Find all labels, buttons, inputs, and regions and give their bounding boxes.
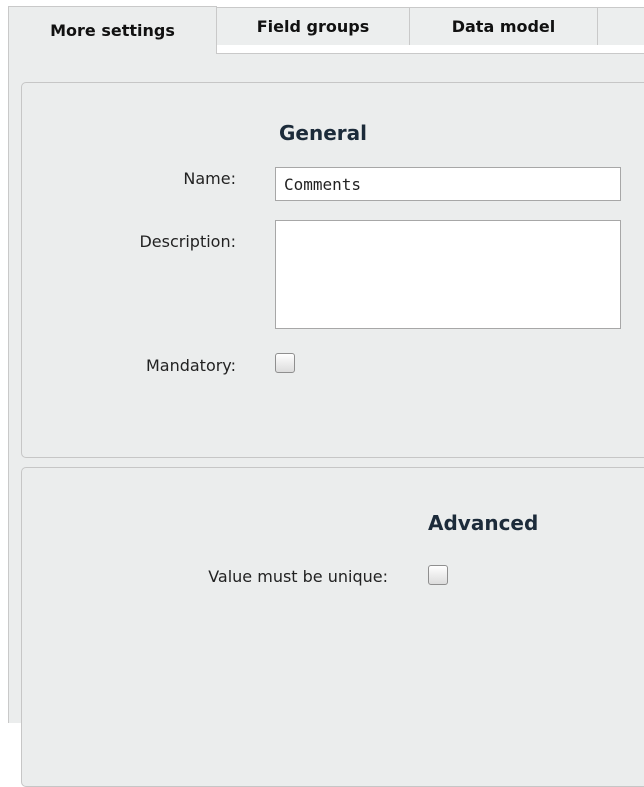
tab-field-groups-label: Field groups <box>256 17 370 36</box>
advanced-heading: Advanced <box>428 511 539 535</box>
general-section: General Name: Description: Mandatory: <box>21 82 644 458</box>
tab-bar-filler <box>597 7 644 45</box>
tab-more-settings[interactable]: More settings <box>8 6 217 54</box>
tab-bar: More settings Field groups Data model <box>0 0 644 54</box>
advanced-section: Advanced Value must be unique: <box>21 467 644 787</box>
name-input[interactable] <box>275 167 621 201</box>
mandatory-checkbox[interactable] <box>275 353 295 373</box>
unique-label: Value must be unique: <box>208 567 388 586</box>
settings-panel: General Name: Description: Mandatory: Ad… <box>8 53 644 787</box>
description-label: Description: <box>139 232 236 251</box>
unique-checkbox[interactable] <box>428 565 448 585</box>
name-label: Name: <box>183 169 236 188</box>
tab-data-model-label: Data model <box>451 17 556 36</box>
tab-field-groups[interactable]: Field groups <box>216 7 410 45</box>
tab-data-model[interactable]: Data model <box>409 7 598 45</box>
mandatory-label: Mandatory: <box>145 356 236 375</box>
general-heading: General <box>279 121 367 145</box>
tab-more-settings-label: More settings <box>50 21 175 40</box>
description-textarea[interactable] <box>275 220 621 329</box>
